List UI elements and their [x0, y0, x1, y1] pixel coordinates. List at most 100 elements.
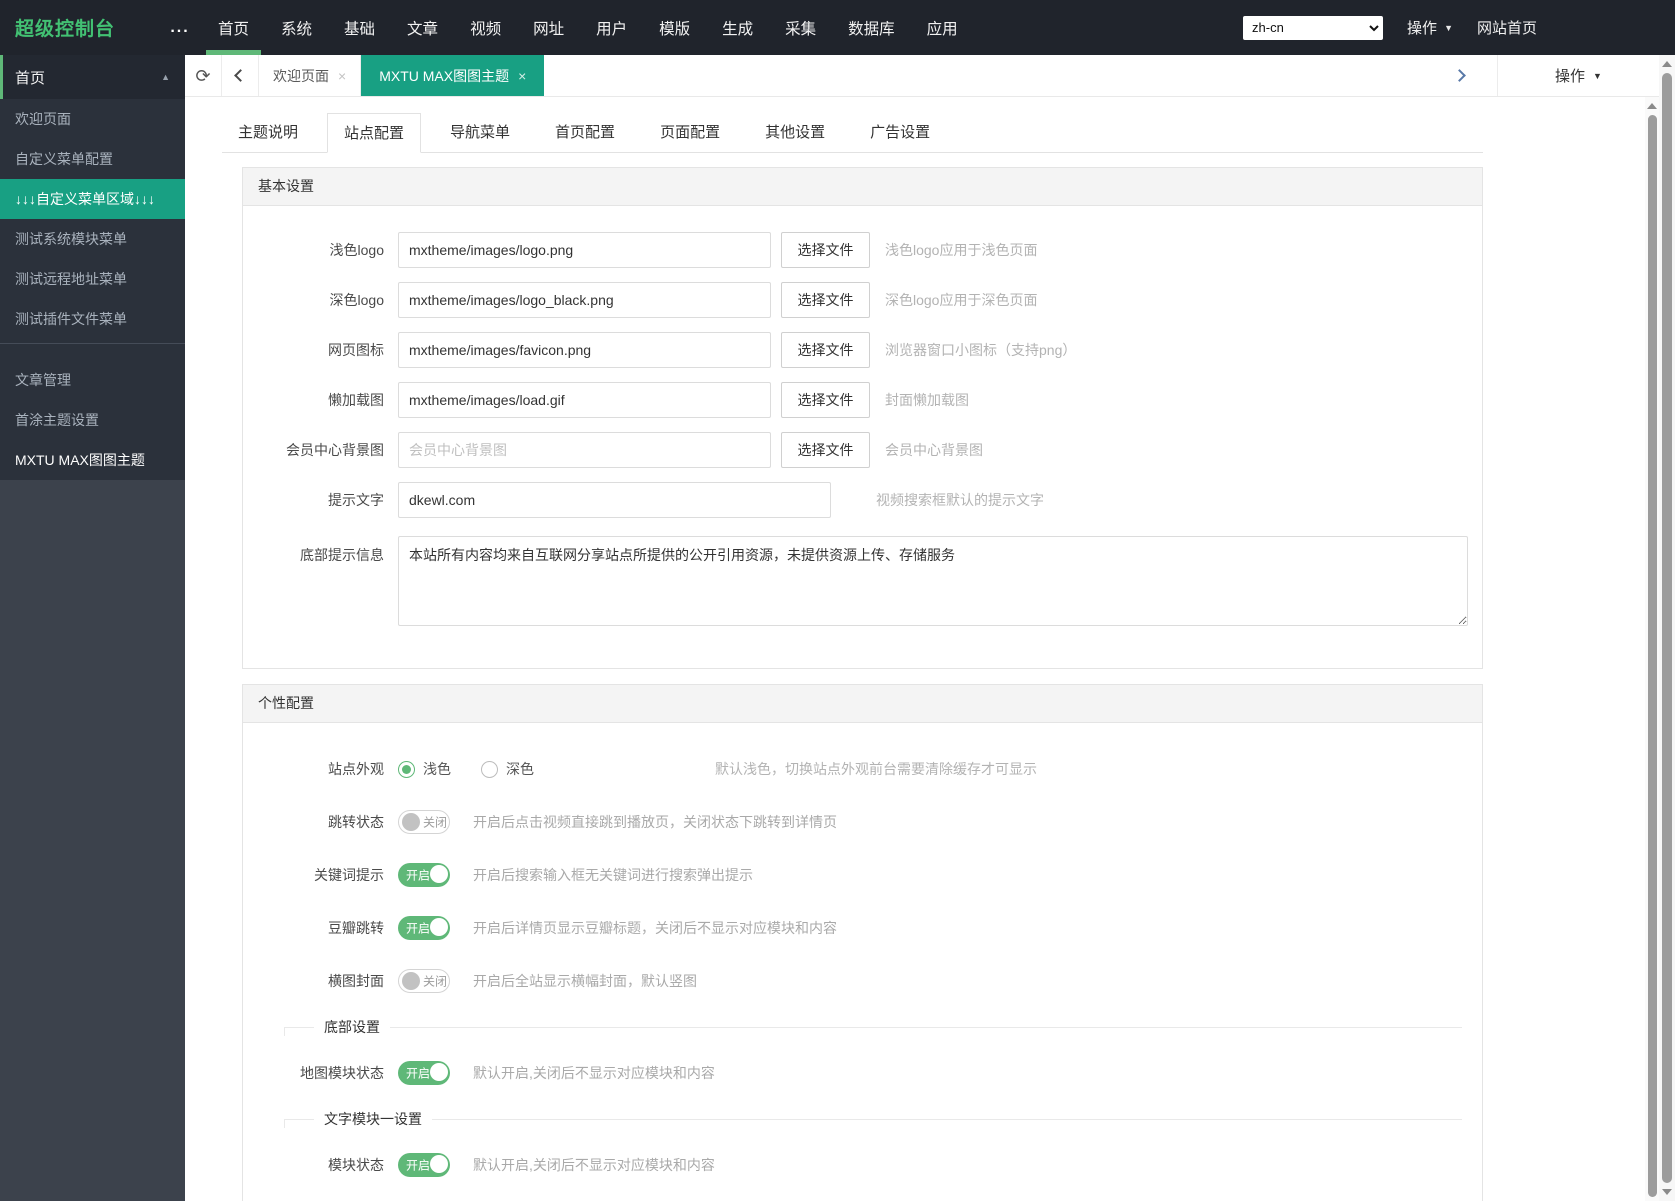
nav-item-generate[interactable]: 生成 [719, 0, 756, 55]
search-tip-input[interactable] [398, 482, 831, 518]
page-tab-mxtu-theme[interactable]: MXTU MAX图图主题 × [361, 55, 544, 96]
field-label: 网页图标 [243, 340, 384, 360]
choose-file-button[interactable]: 选择文件 [781, 382, 870, 418]
choose-file-button[interactable]: 选择文件 [781, 332, 870, 368]
caret-down-icon: ▼ [1444, 23, 1453, 33]
sidebar-item-test-system-module[interactable]: 测试系统模块菜单 [0, 219, 185, 259]
field-label: 横图封面 [243, 971, 384, 991]
choose-file-button[interactable]: 选择文件 [781, 232, 870, 268]
nav-item-database[interactable]: 数据库 [845, 0, 898, 55]
sidebar-item-article-management[interactable]: 文章管理 [0, 360, 185, 400]
nav-item-basic[interactable]: 基础 [341, 0, 378, 55]
tab-scroll-right-button[interactable] [1421, 55, 1497, 96]
light-logo-input[interactable] [398, 232, 771, 268]
favicon-input[interactable] [398, 332, 771, 368]
field-label: 深色logo [243, 290, 384, 310]
sidebar-item-mxtu-max-theme[interactable]: MXTU MAX图图主题 [0, 440, 185, 480]
collapse-caret-icon: ▲ [161, 72, 170, 82]
field-hint: 默认浅色，切换站点外观前台需要清除缓存才可显示 [715, 759, 1037, 779]
lazyload-image-input[interactable] [398, 382, 771, 418]
more-menu-button[interactable]: ... [158, 19, 202, 37]
tab-other-settings[interactable]: 其他设置 [749, 113, 841, 153]
nav-item-template[interactable]: 模版 [656, 0, 693, 55]
field-hint: 封面懒加载图 [885, 390, 969, 410]
legend-line [284, 1027, 1462, 1028]
nav-item-system[interactable]: 系统 [278, 0, 315, 55]
toggle-douban-jump[interactable]: 开启 [398, 916, 450, 940]
toggle-jump-state[interactable]: 关闭 [398, 810, 450, 834]
toggle-text-module[interactable]: 开启 [398, 1153, 450, 1177]
scroll-down-arrow-icon[interactable] [1662, 1189, 1672, 1195]
toggle-landscape-cover[interactable]: 关闭 [398, 969, 450, 993]
field-hint: 会员中心背景图 [885, 440, 983, 460]
nav-item-app[interactable]: 应用 [924, 0, 961, 55]
radio-light-theme[interactable] [398, 761, 415, 778]
nav-item-video[interactable]: 视频 [467, 0, 504, 55]
chevron-right-icon [1453, 69, 1466, 82]
sidebar-menu: 首页 ▲ 欢迎页面 自定义菜单配置 ↓↓↓自定义菜单区域↓↓↓ 测试系统模块菜单… [0, 55, 185, 480]
page-scrollbar[interactable] [1659, 55, 1675, 1201]
toggle-keyword-tip[interactable]: 开启 [398, 863, 450, 887]
switch-knob [430, 865, 448, 883]
sidebar-item-custom-menu-config[interactable]: 自定义菜单配置 [0, 139, 185, 179]
form-row-map-module: 地图模块状态 开启 默认开启,关闭后不显示对应模块和内容 [243, 1061, 1482, 1085]
sidebar-item-test-plugin-file[interactable]: 测试插件文件菜单 [0, 299, 185, 339]
navbar-action-label: 操作 [1407, 17, 1437, 38]
page-tabstrip: ⟳ 欢迎页面 × MXTU MAX图图主题 × 操作 ▼ [185, 55, 1659, 97]
tab-home-config[interactable]: 首页配置 [539, 113, 631, 153]
fieldset-footer-settings: 底部设置 [284, 1017, 1462, 1037]
tabstrip-action-dropdown[interactable]: 操作 ▼ [1497, 55, 1659, 96]
member-center-bg-input[interactable] [398, 432, 771, 468]
nav-item-home[interactable]: 首页 [215, 0, 252, 55]
toggle-map-module[interactable]: 开启 [398, 1061, 450, 1085]
page-scrollbar-thumb[interactable] [1662, 73, 1672, 1183]
choose-file-button[interactable]: 选择文件 [781, 432, 870, 468]
content-scrollbar[interactable] [1645, 97, 1659, 1201]
sidebar-item-custom-menu-area[interactable]: ↓↓↓自定义菜单区域↓↓↓ [0, 179, 185, 219]
sidebar-section-title: 首页 [15, 67, 45, 88]
tab-theme-description[interactable]: 主题说明 [222, 113, 314, 153]
navbar-right-area: zh-cn 操作 ▼ 网站首页 [1243, 16, 1675, 40]
personal-settings-panel: 个性配置 站点外观 浅色 深色 默认浅色，切换站点外观前台需要清除缓存才可显示 … [242, 684, 1483, 1201]
radio-dark-theme[interactable] [481, 761, 498, 778]
field-hint: 开启后搜索输入框无关键词进行搜索弹出提示 [473, 865, 753, 885]
tab-ad-settings[interactable]: 广告设置 [854, 113, 946, 153]
scroll-up-arrow-icon[interactable] [1662, 61, 1672, 67]
page-tab-welcome[interactable]: 欢迎页面 × [259, 55, 361, 96]
navbar-action-dropdown[interactable]: 操作 ▼ [1407, 17, 1453, 38]
language-select[interactable]: zh-cn [1243, 16, 1383, 40]
page-tab-label: 欢迎页面 [273, 66, 329, 86]
form-row-lazyload-image: 懒加载图 选择文件 封面懒加载图 [243, 382, 1482, 418]
sidebar-item-test-remote-url[interactable]: 测试远程地址菜单 [0, 259, 185, 299]
sidebar-item-welcome[interactable]: 欢迎页面 [0, 99, 185, 139]
sidebar: 首页 ▲ 欢迎页面 自定义菜单配置 ↓↓↓自定义菜单区域↓↓↓ 测试系统模块菜单… [0, 55, 185, 1201]
tab-nav-menu[interactable]: 导航菜单 [434, 113, 526, 153]
tab-page-config[interactable]: 页面配置 [644, 113, 736, 153]
choose-file-button[interactable]: 选择文件 [781, 282, 870, 318]
nav-item-user[interactable]: 用户 [593, 0, 630, 55]
close-icon[interactable]: × [338, 68, 346, 84]
refresh-button[interactable]: ⟳ [185, 55, 222, 96]
tab-scroll-left-button[interactable] [222, 55, 259, 96]
dark-logo-input[interactable] [398, 282, 771, 318]
content-scrollbar-thumb[interactable] [1648, 115, 1657, 1197]
sidebar-section-home[interactable]: 首页 ▲ [0, 55, 185, 99]
site-home-link[interactable]: 网站首页 [1477, 17, 1537, 38]
main-content: 主题说明 站点配置 导航菜单 首页配置 页面配置 其他设置 广告设置 基本设置 … [185, 97, 1645, 1201]
switch-state-label: 开启 [406, 867, 430, 884]
footer-notice-textarea[interactable]: 本站所有内容均来自互联网分享站点所提供的公开引用资源，未提供资源上传、存储服务 [398, 536, 1468, 626]
field-label: 关键词提示 [243, 865, 384, 885]
sidebar-item-shoutu-theme-settings[interactable]: 首涂主题设置 [0, 400, 185, 440]
form-row-member-bg: 会员中心背景图 选择文件 会员中心背景图 [243, 432, 1482, 468]
field-hint: 开启后详情页显示豆瓣标题，关闭后不显示对应模块和内容 [473, 918, 837, 938]
nav-item-collect[interactable]: 采集 [782, 0, 819, 55]
tab-site-config[interactable]: 站点配置 [327, 113, 421, 153]
nav-item-url[interactable]: 网址 [530, 0, 567, 55]
fieldset-text-module-settings: 文字模块一设置 [284, 1109, 1462, 1129]
close-icon[interactable]: × [518, 68, 526, 84]
switch-state-label: 关闭 [423, 973, 447, 990]
radio-label: 浅色 [423, 759, 451, 779]
nav-item-article[interactable]: 文章 [404, 0, 441, 55]
scroll-up-arrow-icon[interactable] [1647, 103, 1657, 109]
field-label: 豆瓣跳转 [243, 918, 384, 938]
